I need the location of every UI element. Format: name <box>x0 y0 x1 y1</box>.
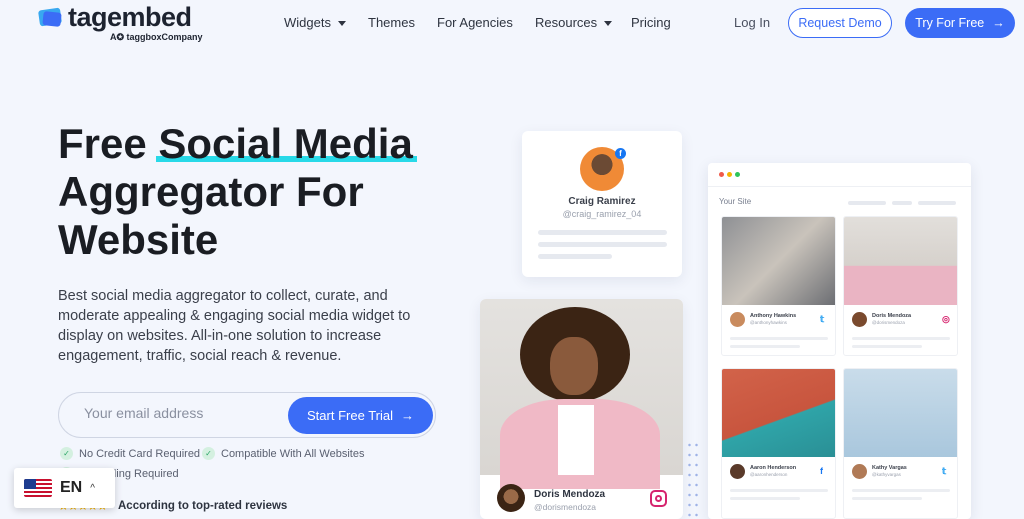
logo-text: tagembed <box>68 2 192 32</box>
post-card: Doris Mendoza @dorismendoza <box>480 299 683 519</box>
check-compatible: ✓ Compatible With All Websites <box>202 447 364 460</box>
nav-themes[interactable]: Themes <box>368 15 415 30</box>
start-free-trial-button[interactable]: Start Free Trial → <box>288 397 433 434</box>
nav-resources[interactable]: Resources <box>535 15 613 30</box>
window-dot-icon <box>727 172 732 177</box>
avatar <box>730 312 745 327</box>
tagembed-logo-icon <box>38 7 62 27</box>
post-author-handle: @dorismendoza <box>534 502 597 512</box>
arrow-right-icon: → <box>400 408 414 423</box>
profile-card: f Craig Ramirez @craig_ramirez_04 <box>522 131 682 277</box>
arrow-right-icon: → <box>992 16 1005 30</box>
feed-tile: Anthony Hawkins @anthonyhawkins 𝕥 <box>721 216 836 356</box>
avatar <box>852 312 867 327</box>
facebook-icon: f <box>615 148 626 159</box>
title-highlight: Social Media <box>158 120 413 167</box>
nav-widgets[interactable]: Widgets <box>284 15 346 30</box>
instagram-icon: ◎ <box>942 314 950 324</box>
placeholder-line <box>538 230 667 235</box>
check-icon: ✓ <box>202 447 215 460</box>
facebook-icon: f <box>820 466 823 476</box>
avatar <box>852 464 867 479</box>
language-switcher[interactable]: EN ^ <box>14 468 115 508</box>
try-for-free-button[interactable]: Try For Free → <box>905 8 1015 38</box>
check-icon: ✓ <box>60 447 73 460</box>
avatar <box>497 484 525 512</box>
hero-description: Best social media aggregator to collect,… <box>58 288 411 364</box>
nav-for-agencies[interactable]: For Agencies <box>437 15 513 30</box>
site-label: Your Site <box>719 197 752 206</box>
request-demo-button[interactable]: Request Demo <box>788 8 892 38</box>
profile-handle: @craig_ramirez_04 <box>562 209 642 219</box>
email-signup-form: Start Free Trial→ <box>58 392 436 438</box>
tile-image <box>722 369 835 457</box>
placeholder-line <box>538 242 667 247</box>
nav-pricing[interactable]: Pricing <box>631 15 671 30</box>
twitter-icon: 𝕥 <box>942 466 947 476</box>
tile-image <box>844 217 957 305</box>
window-dot-icon <box>719 172 724 177</box>
post-author-name: Doris Mendoza <box>534 489 606 500</box>
reviews-text: According to top-rated reviews <box>118 500 288 512</box>
window-dot-icon <box>735 172 740 177</box>
tile-image <box>844 369 957 457</box>
chevron-down-icon <box>337 21 346 27</box>
language-code: EN <box>60 479 83 496</box>
login-link[interactable]: Log In <box>734 15 770 30</box>
twitter-icon: 𝕥 <box>820 314 825 324</box>
tile-image <box>722 217 835 305</box>
avatar <box>730 464 745 479</box>
tagembed-logo[interactable]: tagembed A✪ taggboxCompany <box>38 2 218 44</box>
hero-title: Free Social Media Aggregator For Website <box>58 120 413 263</box>
chevron-up-icon: ^ <box>90 482 95 494</box>
us-flag-icon <box>24 479 52 497</box>
instagram-icon <box>650 490 667 507</box>
website-preview-window: Your Site Anthony Hawkins @anthonyhawkin… <box>708 163 971 519</box>
logo-subtitle: A✪ taggboxCompany <box>110 32 203 42</box>
feed-tile: Doris Mendoza @dorismendoza ◎ <box>843 216 958 356</box>
profile-name: Craig Ramirez <box>568 196 636 207</box>
placeholder-line <box>538 254 612 259</box>
feed-tile: Aaron Henderson @aaronhenderson f <box>721 368 836 519</box>
decorative-dots <box>686 440 700 519</box>
email-input[interactable] <box>84 405 284 421</box>
check-no-credit-card: ✓ No Credit Card Required <box>60 447 200 460</box>
chevron-down-icon <box>604 21 613 27</box>
window-titlebar <box>708 163 971 187</box>
post-image <box>480 299 683 489</box>
feed-tile: Kathy Vargas @kathyvargas 𝕥 <box>843 368 958 519</box>
